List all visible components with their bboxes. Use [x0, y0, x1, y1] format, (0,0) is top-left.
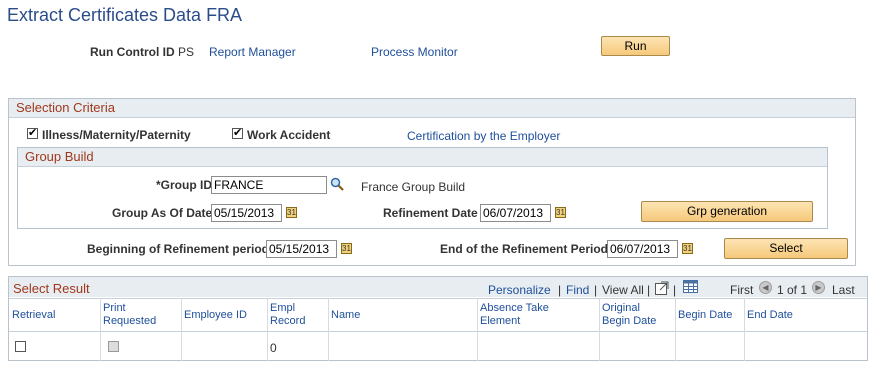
end-refinement-label: End of the Refinement Period [440, 242, 609, 256]
end-refinement-input[interactable]: 06/07/2013 [607, 240, 678, 258]
illness-checkbox[interactable]: ✔ [27, 128, 38, 139]
calendar-icon[interactable]: 31 [341, 243, 352, 254]
refinement-date-input[interactable]: 06/07/2013 [480, 204, 551, 222]
find-link[interactable]: Find [566, 283, 589, 297]
select-button[interactable]: Select [724, 238, 848, 259]
calendar-icon[interactable]: 31 [682, 243, 693, 254]
column-divider [328, 298, 329, 361]
work-accident-checkbox[interactable]: ✔ [232, 128, 243, 139]
column-original-begin-date: Original Begin Date [602, 302, 657, 327]
separator: | [647, 283, 651, 297]
column-name: Name [331, 309, 361, 321]
view-all-link[interactable]: View All [602, 283, 644, 297]
search-icon[interactable] [330, 177, 344, 191]
group-description: France Group Build [361, 180, 466, 194]
calendar-icon[interactable]: 31 [555, 207, 566, 218]
group-build-header: Group Build [18, 148, 827, 167]
column-divider [675, 298, 676, 361]
select-result-header: Select Result [13, 281, 90, 296]
group-id-input[interactable]: FRANCE [211, 176, 327, 194]
group-as-of-label: Group As Of Date [112, 206, 213, 220]
column-divider [100, 298, 101, 361]
column-begin-date: Begin Date [678, 309, 733, 321]
column-employee-id: Employee ID [184, 309, 247, 321]
column-divider [744, 298, 745, 361]
column-empl-record: Empl Record [270, 302, 306, 327]
group-id-label: *Group ID [156, 178, 212, 192]
separator: | [594, 283, 598, 297]
report-manager-link[interactable]: Report Manager [209, 45, 296, 59]
separator: | [673, 283, 677, 297]
column-divider [599, 298, 600, 361]
run-control-value: PS [178, 45, 195, 59]
arrow-right-icon[interactable]: ▶ [812, 281, 825, 294]
arrow-left-icon[interactable]: ◀ [759, 281, 772, 294]
column-end-date: End Date [747, 309, 793, 321]
page-range: 1 of 1 [777, 283, 808, 297]
zoom-icon[interactable] [655, 281, 669, 295]
personalize-link[interactable]: Personalize [488, 283, 551, 297]
grp-generation-button[interactable]: Grp generation [641, 201, 813, 222]
begin-refinement-label: Beginning of Refinement period [87, 242, 269, 256]
process-monitor-link[interactable]: Process Monitor [371, 45, 458, 59]
illness-label: Illness/Maternity/Paternity [42, 128, 191, 142]
empl-record-value: 0 [270, 341, 277, 355]
page-title: Extract Certificates Data FRA [7, 5, 243, 25]
run-control-label: Run Control ID [90, 45, 175, 59]
group-as-of-input[interactable]: 05/15/2013 [211, 204, 282, 222]
refinement-date-label: Refinement Date [383, 206, 478, 220]
begin-refinement-input[interactable]: 05/15/2013 [266, 240, 337, 258]
first-label: First [730, 283, 754, 297]
grid-icon[interactable] [683, 280, 698, 293]
column-divider [181, 298, 182, 361]
print-requested-checkbox [108, 341, 119, 352]
last-label: Last [832, 283, 855, 297]
certification-link[interactable]: Certification by the Employer [407, 129, 560, 143]
separator: | [558, 283, 562, 297]
column-absence-take-element: Absence Take Element [480, 302, 549, 327]
selection-criteria-header: Selection Criteria [9, 99, 855, 118]
retrieval-checkbox[interactable] [15, 341, 26, 352]
column-divider [477, 298, 478, 361]
calendar-icon[interactable]: 31 [286, 207, 297, 218]
column-print-requested: Print Requested [103, 302, 157, 327]
run-button[interactable]: Run [601, 36, 670, 56]
column-divider [267, 298, 268, 361]
column-retrieval: Retrieval [12, 309, 56, 321]
work-accident-label: Work Accident [247, 128, 331, 142]
